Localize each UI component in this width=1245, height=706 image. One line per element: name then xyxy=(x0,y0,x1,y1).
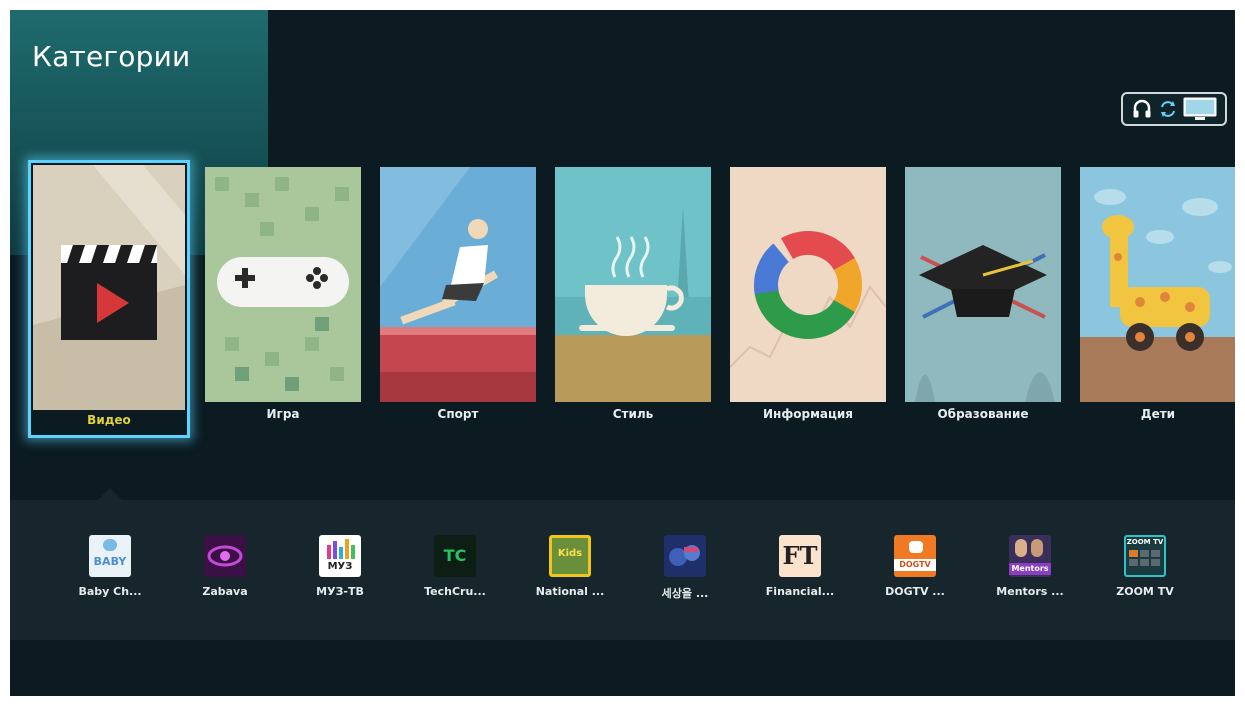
app-dogtv[interactable]: DOGTV DOGTV ... xyxy=(870,535,960,615)
kids-card-art xyxy=(1080,167,1235,402)
app-tile: Mentors xyxy=(1009,535,1051,577)
info-card-art xyxy=(730,167,886,402)
page-title: Категории xyxy=(32,40,191,73)
app-tile: DOGTV xyxy=(894,535,936,577)
app-national-geographic[interactable]: Kids National ... xyxy=(525,535,615,615)
category-card-sport[interactable]: Спорт xyxy=(380,167,536,427)
app-name: Zabava xyxy=(202,585,248,598)
category-card-kids[interactable]: Дети xyxy=(1080,167,1235,427)
video-card-art xyxy=(33,165,185,410)
game-card-art xyxy=(205,167,361,402)
app-financial-times[interactable]: FT Financial... xyxy=(755,535,845,615)
app-zoom-tv[interactable]: ZOOM TV ZOOM TV xyxy=(1100,535,1190,615)
app-tile: TC xyxy=(434,535,476,577)
category-label: Стиль xyxy=(612,407,654,421)
sport-card-art xyxy=(380,167,536,402)
app-name: Baby Ch... xyxy=(78,585,142,598)
app-name: Financial... xyxy=(765,585,835,598)
category-card-info[interactable]: Информация xyxy=(730,167,886,427)
app-techcrunch[interactable]: TC TechCru... xyxy=(410,535,500,615)
category-card-video[interactable]: Видео xyxy=(28,160,190,438)
gamepad-icon xyxy=(217,257,349,307)
category-label: Информация xyxy=(763,407,853,421)
app-zabava[interactable]: Zabava xyxy=(180,535,270,615)
app-name: МУЗ-ТВ xyxy=(316,585,364,598)
sync-icon xyxy=(1160,101,1175,117)
app-korean-channel[interactable]: 세상을 ... xyxy=(640,535,730,615)
style-card-art xyxy=(555,167,711,402)
app-name: ZOOM TV xyxy=(1116,585,1174,598)
app-baby-channel[interactable]: BABY Baby Ch... xyxy=(65,535,155,615)
smart-tv-screen: Категории Видео Игра Спорт Стиль Информа… xyxy=(10,10,1235,696)
app-tile xyxy=(204,535,246,577)
app-name: DOGTV ... xyxy=(885,585,945,598)
apps-bar: BABY Baby Ch... Zabava МУЗ МУЗ-ТВ TC Tec… xyxy=(10,500,1235,640)
avatar xyxy=(1031,539,1043,557)
app-name: Mentors ... xyxy=(996,585,1064,598)
category-card-game[interactable]: Игра xyxy=(205,167,361,427)
app-name: 세상을 ... xyxy=(661,587,709,600)
category-label: Видео xyxy=(31,413,187,427)
app-name: TechCru... xyxy=(424,585,486,598)
tv-icon xyxy=(1183,97,1217,120)
category-label: Игра xyxy=(266,407,300,421)
world-icon xyxy=(669,545,700,566)
app-tile: Kids xyxy=(549,535,591,577)
app-tile: МУЗ xyxy=(319,535,361,577)
avatar xyxy=(1015,539,1027,557)
category-label: Дети xyxy=(1140,407,1176,421)
app-tile: BABY xyxy=(89,535,131,577)
education-card-art xyxy=(905,167,1061,402)
app-tile: ZOOM TV xyxy=(1124,535,1166,577)
app-tile: FT xyxy=(779,535,821,577)
category-label: Спорт xyxy=(437,407,479,421)
app-muz-tv[interactable]: МУЗ МУЗ-ТВ xyxy=(295,535,385,615)
category-card-style[interactable]: Стиль xyxy=(555,167,711,427)
eye-icon xyxy=(207,545,243,567)
grid-icon xyxy=(1129,550,1160,566)
app-tile xyxy=(664,535,706,577)
category-card-education[interactable]: Образование xyxy=(905,167,1061,427)
headphones-icon xyxy=(1133,99,1151,118)
focus-caret xyxy=(98,488,122,500)
baby-icon xyxy=(103,539,117,551)
device-indicator[interactable] xyxy=(1121,92,1227,126)
dog-icon xyxy=(909,541,923,553)
category-row: Видео Игра Спорт Стиль Информация Образо… xyxy=(28,160,1235,438)
equalizer-icon xyxy=(327,539,355,559)
app-name: National ... xyxy=(535,585,605,598)
category-label: Образование xyxy=(937,407,1029,421)
app-mentors[interactable]: Mentors Mentors ... xyxy=(985,535,1075,615)
